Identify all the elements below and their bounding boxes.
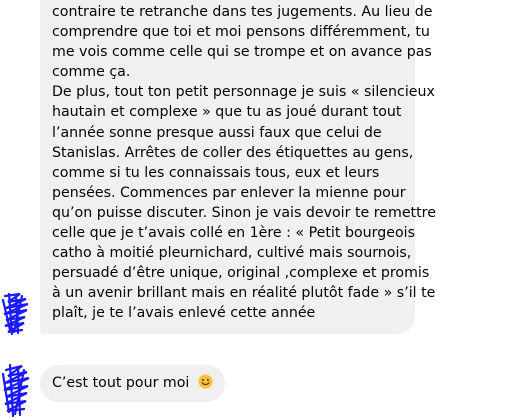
message-text: C’est tout pour moi [52,375,190,391]
message-bubble[interactable]: contraire te retranche dans tes jugement… [40,0,436,334]
message-line: catho à moitié pleurnichard, cultivé mai… [52,245,412,262]
message-line: contraire te retranche dans tes jugement… [52,4,433,20]
message-line: hautain et complexe » que tu as joué dur… [52,104,402,121]
message-line: me vois comme celle qui se trompe et on … [52,44,432,61]
smiling-face-emoji-icon [198,374,213,389]
message-line: Stanislas. Arrêtes de coller des étiquet… [52,144,414,161]
message-line: comprendre que toi et moi pensons différ… [52,24,430,41]
message-line: De plus, tout ton petit personnage je su… [52,84,435,101]
message-line: plaît, je te l’avais enlevé cette année [52,305,316,322]
message-line: qu’on puisse discuter. Sinon je vais dev… [52,204,436,221]
message-line: persuadé d’être unique, original ,comple… [52,265,430,282]
message-line: l’année sonne presque aussi faux que cel… [52,124,382,141]
avatar[interactable] [0,290,40,338]
message-line: pensées. Commences par enlever la mienne… [52,184,406,201]
message-line: comme ça. [52,64,131,81]
message-line: comme si tu les connaissais tous, eux et… [52,164,380,181]
message-bubble[interactable]: C’est tout pour moi [40,365,225,402]
message-line: à un avenir brillant mais en réalité plu… [52,285,436,302]
chat-conversation: contraire te retranche dans tes jugement… [0,0,525,419]
avatar[interactable] [0,362,40,419]
message-line: celle que je t’avais collé en 1ère : « P… [52,225,415,242]
